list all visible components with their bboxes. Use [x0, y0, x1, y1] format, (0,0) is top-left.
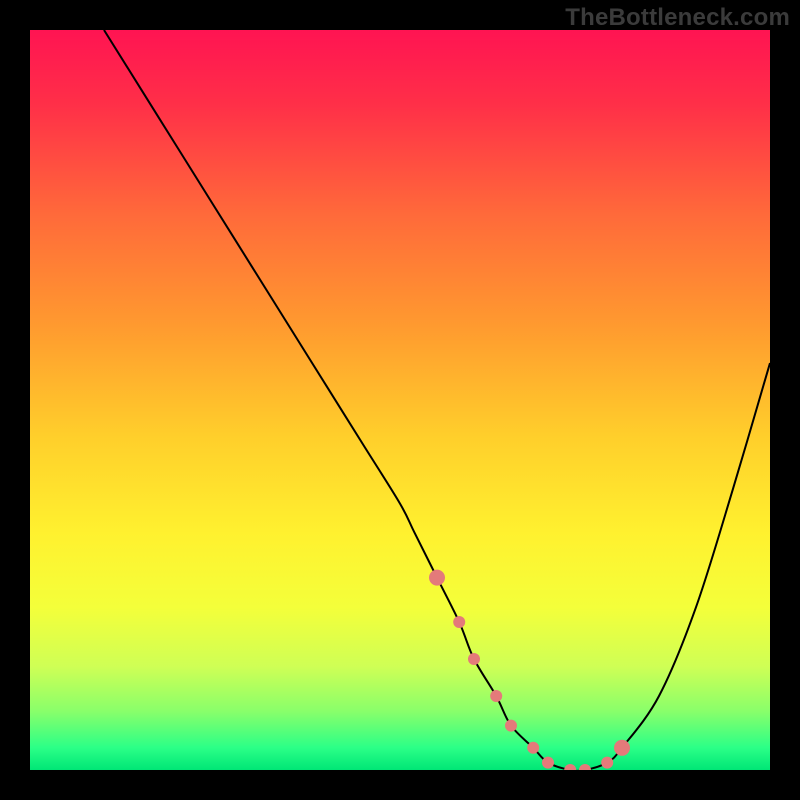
plot-area — [30, 30, 770, 770]
chart-frame: TheBottleneck.com — [0, 0, 800, 800]
highlight-dot — [429, 570, 445, 586]
watermark-text: TheBottleneck.com — [565, 4, 790, 32]
highlight-dot — [614, 740, 630, 756]
highlight-dot — [505, 720, 517, 732]
gradient-background — [30, 30, 770, 770]
highlight-dot — [453, 616, 465, 628]
highlight-dot — [527, 742, 539, 754]
highlight-dot — [601, 757, 613, 769]
highlight-dot — [490, 690, 502, 702]
highlight-dot — [542, 757, 554, 769]
chart-svg — [30, 30, 770, 770]
highlight-dot — [468, 653, 480, 665]
